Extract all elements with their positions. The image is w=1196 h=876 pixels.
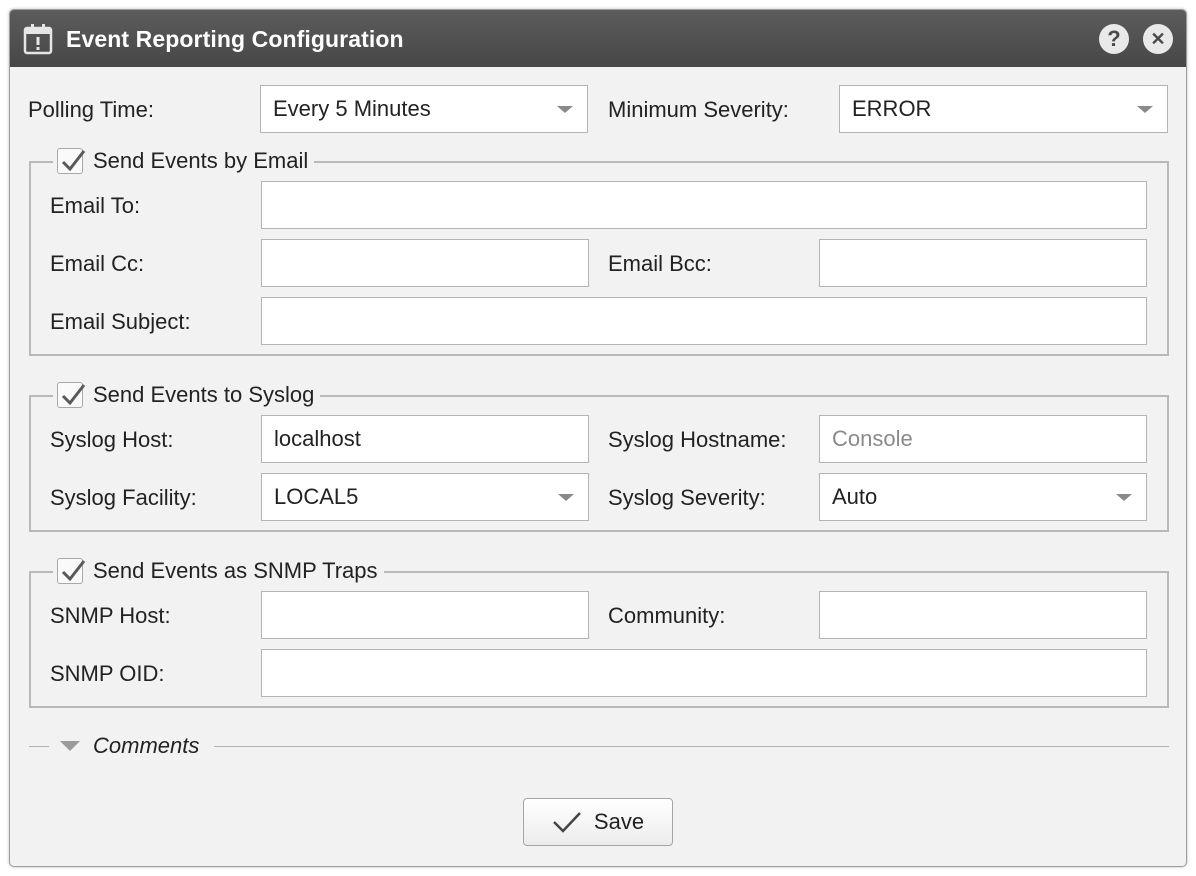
save-button[interactable]: Save: [523, 798, 673, 846]
chevron-down-icon: [558, 494, 574, 501]
syslog-severity-label: Syslog Severity:: [608, 485, 766, 510]
email-bcc-label: Email Bcc:: [608, 251, 712, 276]
checkmark-icon: [61, 150, 86, 172]
email-cc-label: Email Cc:: [50, 251, 145, 276]
syslog-host-value: localhost: [274, 426, 361, 451]
syslog-host-input[interactable]: localhost: [261, 415, 589, 463]
checkmark-icon: [553, 812, 581, 833]
polling-time-value: Every 5 Minutes: [273, 96, 431, 121]
polling-time-label: Polling Time:: [28, 97, 154, 122]
syslog-host-label: Syslog Host:: [50, 427, 174, 452]
community-label: Community:: [608, 603, 726, 628]
snmp-legend: Send Events as SNMP Traps: [53, 556, 384, 586]
send-snmp-legend-text: Send Events as SNMP Traps: [93, 558, 378, 583]
send-email-legend-text: Send Events by Email: [93, 148, 309, 173]
chevron-down-icon: [1137, 106, 1153, 113]
syslog-facility-select[interactable]: LOCAL5: [261, 473, 589, 521]
syslog-hostname-label: Syslog Hostname:: [608, 427, 787, 452]
comments-section-toggle[interactable]: Comments: [29, 730, 1169, 760]
email-bcc-input[interactable]: [819, 239, 1147, 287]
chevron-down-icon: [557, 106, 573, 113]
checkmark-icon: [61, 384, 86, 406]
snmp-oid-input[interactable]: [261, 649, 1147, 697]
snmp-oid-label: SNMP OID:: [50, 661, 165, 686]
close-button[interactable]: ✕: [1143, 24, 1173, 54]
minimum-severity-select[interactable]: ERROR: [839, 85, 1168, 133]
syslog-hostname-input[interactable]: Console: [819, 415, 1147, 463]
community-input[interactable]: [819, 591, 1147, 639]
syslog-facility-value: LOCAL5: [274, 484, 359, 509]
email-subject-input[interactable]: [261, 297, 1147, 345]
syslog-severity-value: Auto: [832, 484, 878, 509]
snmp-host-input[interactable]: [261, 591, 589, 639]
chevron-down-icon: [60, 741, 80, 751]
email-to-label: Email To:: [50, 193, 141, 218]
syslog-hostname-placeholder: Console: [832, 426, 913, 451]
save-button-label: Save: [593, 809, 645, 834]
comments-label: Comments: [93, 733, 200, 758]
send-syslog-checkbox[interactable]: [57, 382, 86, 408]
syslog-severity-select[interactable]: Auto: [819, 473, 1147, 521]
checkmark-icon: [61, 560, 86, 582]
divider: [29, 746, 49, 747]
divider: [214, 746, 1169, 747]
email-cc-input[interactable]: [261, 239, 589, 287]
send-email-checkbox[interactable]: [57, 148, 86, 174]
send-syslog-legend-text: Send Events to Syslog: [93, 382, 315, 407]
title-bar[interactable]: Event Reporting Configuration ? ✕: [10, 10, 1186, 67]
snmp-host-label: SNMP Host:: [50, 603, 171, 628]
chevron-down-icon: [1116, 494, 1132, 501]
calendar-alert-icon: [23, 24, 53, 55]
minimum-severity-label: Minimum Severity:: [608, 97, 789, 122]
send-snmp-checkbox[interactable]: [57, 558, 86, 584]
dialog-title: Event Reporting Configuration: [66, 26, 404, 52]
minimum-severity-value: ERROR: [852, 96, 932, 121]
close-icon: ✕: [1150, 28, 1166, 49]
help-button[interactable]: ?: [1099, 24, 1129, 54]
email-legend: Send Events by Email: [53, 146, 315, 176]
syslog-legend: Send Events to Syslog: [53, 380, 321, 410]
polling-time-select[interactable]: Every 5 Minutes: [260, 85, 588, 133]
help-icon: ?: [1107, 26, 1121, 51]
email-subject-label: Email Subject:: [50, 309, 191, 334]
event-reporting-dialog: Event Reporting Configuration ? ✕ Pollin…: [9, 9, 1187, 867]
email-to-input[interactable]: [261, 181, 1147, 229]
syslog-facility-label: Syslog Facility:: [50, 485, 197, 510]
